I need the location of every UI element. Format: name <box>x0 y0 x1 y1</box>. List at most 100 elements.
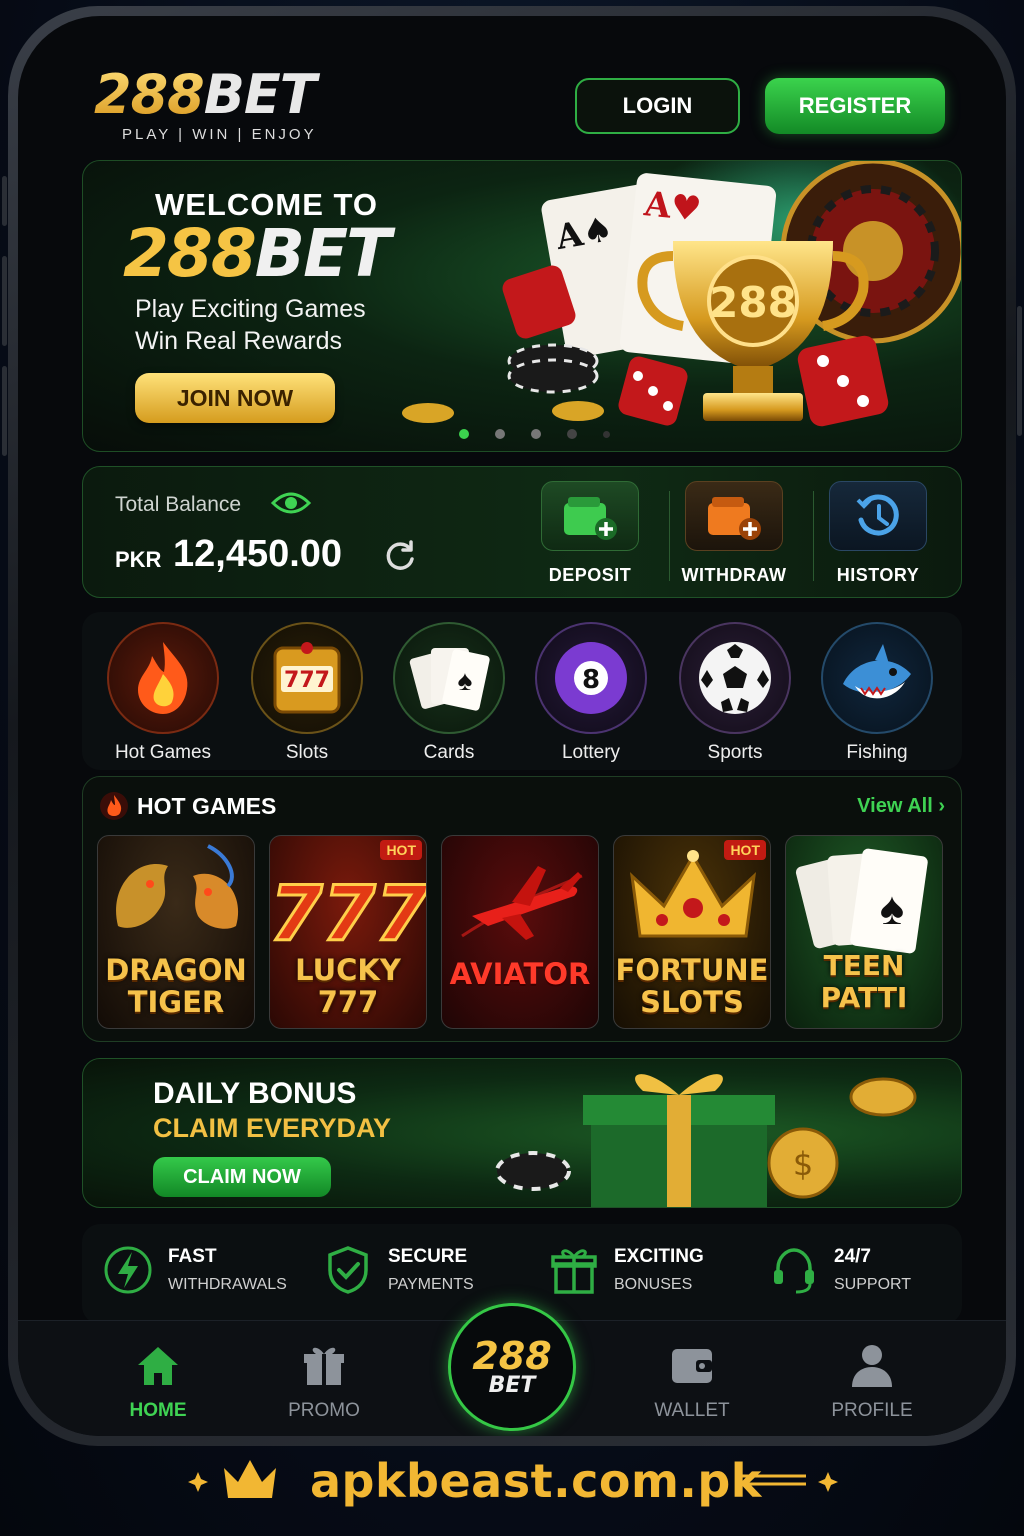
section-title: HOT GAMES <box>137 793 277 819</box>
withdraw-button[interactable]: WITHDRAW <box>679 481 789 586</box>
flame-icon <box>107 622 219 734</box>
carousel-dot[interactable] <box>459 429 469 439</box>
divider <box>669 491 670 581</box>
balance-amount: 12,450.00 <box>173 533 343 575</box>
category-sports[interactable]: Sports <box>670 622 800 764</box>
crown-icon <box>224 1460 276 1498</box>
game-card-teen-patti[interactable]: ♠ TEEN PATTI <box>785 835 943 1029</box>
carousel-dot[interactable] <box>495 429 505 439</box>
chevron-right-icon: › <box>938 795 945 817</box>
refresh-icon[interactable] <box>383 539 417 578</box>
claim-now-button[interactable]: CLAIM NOW <box>153 1157 331 1197</box>
brand-logo[interactable]: 288BET PLAY | WIN | ENJOY <box>94 68 317 144</box>
bonus-subtitle: CLAIM EVERYDAY <box>153 1113 392 1143</box>
game-card-aviator[interactable]: AVIATOR <box>441 835 599 1029</box>
balance-card: Total Balance PKR 12,450.00 DEPOSIT WITH… <box>82 466 962 598</box>
nav-home-logo-button[interactable]: 288 BET <box>448 1303 576 1431</box>
home-icon <box>138 1347 178 1385</box>
nav-wallet[interactable]: WALLET <box>632 1343 752 1422</box>
logo-tagline: PLAY | WIN | ENJOY <box>122 126 317 143</box>
category-lottery[interactable]: 8 Lottery <box>526 622 656 764</box>
site-footer: apkbeast.com.pk <box>0 1446 1024 1516</box>
eight-ball-icon: 8 <box>535 622 647 734</box>
sparkle-icon <box>818 1472 838 1492</box>
shark-icon <box>821 622 933 734</box>
lightning-icon <box>104 1246 152 1294</box>
logo-word: BET <box>203 63 317 126</box>
bottom-nav: HOME PROMO 288 BET WALLET PROFILE <box>18 1303 1006 1436</box>
casino-chips-icon <box>402 343 604 423</box>
shield-check-icon <box>328 1246 368 1294</box>
nav-promo[interactable]: PROMO <box>264 1343 384 1422</box>
category-fishing[interactable]: Fishing <box>812 622 942 764</box>
carousel-dots <box>459 429 610 439</box>
svg-text:$: $ <box>793 1145 813 1183</box>
gift-icon <box>583 1074 775 1207</box>
bonus-title: DAILY BONUS <box>153 1077 357 1110</box>
nav-profile[interactable]: PROFILE <box>812 1343 932 1422</box>
hero-brand: 288BET <box>123 215 391 292</box>
side-button <box>2 176 7 226</box>
nav-home[interactable]: HOME <box>98 1343 218 1422</box>
wallet-icon <box>672 1349 712 1383</box>
svg-text:288: 288 <box>709 278 797 327</box>
power-button <box>1017 306 1022 436</box>
hero-subtitle: Play Exciting Games Win Real Rewards <box>135 295 366 355</box>
balance-currency: PKR <box>115 547 162 572</box>
category-row: Hot Games 777 Slots ♠ Cards 8 Lottery Sp… <box>82 612 962 770</box>
history-button[interactable]: HISTORY <box>823 481 933 586</box>
svg-text:A♥: A♥ <box>641 184 703 230</box>
history-icon <box>829 481 927 551</box>
wallet-plus-icon <box>541 481 639 551</box>
hot-games-section: HOT GAMES View All › DRAGON TIGER HOT 77… <box>82 776 962 1042</box>
fire-icon <box>99 791 129 826</box>
soccer-ball-icon <box>679 622 791 734</box>
register-button[interactable]: REGISTER <box>765 78 945 134</box>
casino-chip-icon <box>495 1151 571 1191</box>
game-card-fortune-slots[interactable]: HOT FORTUNE SLOTS <box>613 835 771 1029</box>
airplane-icon <box>461 866 583 940</box>
deposit-button[interactable]: DEPOSIT <box>535 481 645 586</box>
volume-up-button <box>2 256 7 346</box>
category-cards[interactable]: ♠ Cards <box>384 622 514 764</box>
logo-number: 288 <box>94 63 205 126</box>
category-slots[interactable]: 777 Slots <box>242 622 372 764</box>
wallet-minus-icon <box>685 481 783 551</box>
login-button[interactable]: LOGIN <box>575 78 740 134</box>
category-hot-games[interactable]: Hot Games <box>98 622 228 764</box>
join-now-button[interactable]: JOIN NOW <box>135 373 335 423</box>
volume-down-button <box>2 366 7 456</box>
slot-machine-icon: 777 <box>251 622 363 734</box>
divider <box>813 491 814 581</box>
feature-fast-withdrawals: FAST WITHDRAWALS <box>102 1244 287 1296</box>
game-card-lucky-777[interactable]: HOT 777 LUCKY 777 <box>269 835 427 1029</box>
gold-coin-icon: $ <box>767 1077 917 1199</box>
gift-icon <box>551 1249 597 1294</box>
daily-bonus-banner[interactable]: $ DAILY BONUS CLAIM EVERYDAY CLAIM NOW <box>82 1058 962 1208</box>
svg-text:8: 8 <box>582 665 600 695</box>
user-icon <box>852 1345 892 1387</box>
hero-banner[interactable]: A♠ A♥ 288 WELCOME TO 288BET Play Excitin… <box>82 160 962 452</box>
dragon-icon <box>116 844 239 929</box>
sevens-icon: 777 <box>270 868 427 957</box>
gift-icon <box>304 1347 344 1385</box>
crown-icon <box>629 850 757 938</box>
feature-secure-payments: SECURE PAYMENTS <box>322 1244 474 1296</box>
carousel-dot[interactable] <box>567 429 577 439</box>
carousel-dot[interactable] <box>603 431 610 438</box>
svg-text:777: 777 <box>270 869 427 956</box>
feature-exciting-bonuses: EXCITING BONUSES <box>548 1244 704 1296</box>
footer-url[interactable]: apkbeast.com.pk <box>310 1454 762 1508</box>
game-card-dragon-tiger[interactable]: DRAGON TIGER <box>97 835 255 1029</box>
sparkle-icon <box>188 1472 208 1492</box>
playing-cards-icon: ♠ <box>393 622 505 734</box>
app-screen: 288BET PLAY | WIN | ENJOY LOGIN REGISTER <box>18 16 1006 1436</box>
svg-text:777: 777 <box>284 668 330 693</box>
svg-text:♠: ♠ <box>880 882 904 934</box>
view-all-link[interactable]: View All › <box>857 795 945 818</box>
feature-support[interactable]: 24/7 SUPPORT <box>768 1244 911 1296</box>
eye-icon[interactable] <box>270 489 312 522</box>
carousel-dot[interactable] <box>531 429 541 439</box>
headset-icon <box>774 1248 814 1294</box>
phone-frame: 288BET PLAY | WIN | ENJOY LOGIN REGISTER <box>2 6 1022 1446</box>
